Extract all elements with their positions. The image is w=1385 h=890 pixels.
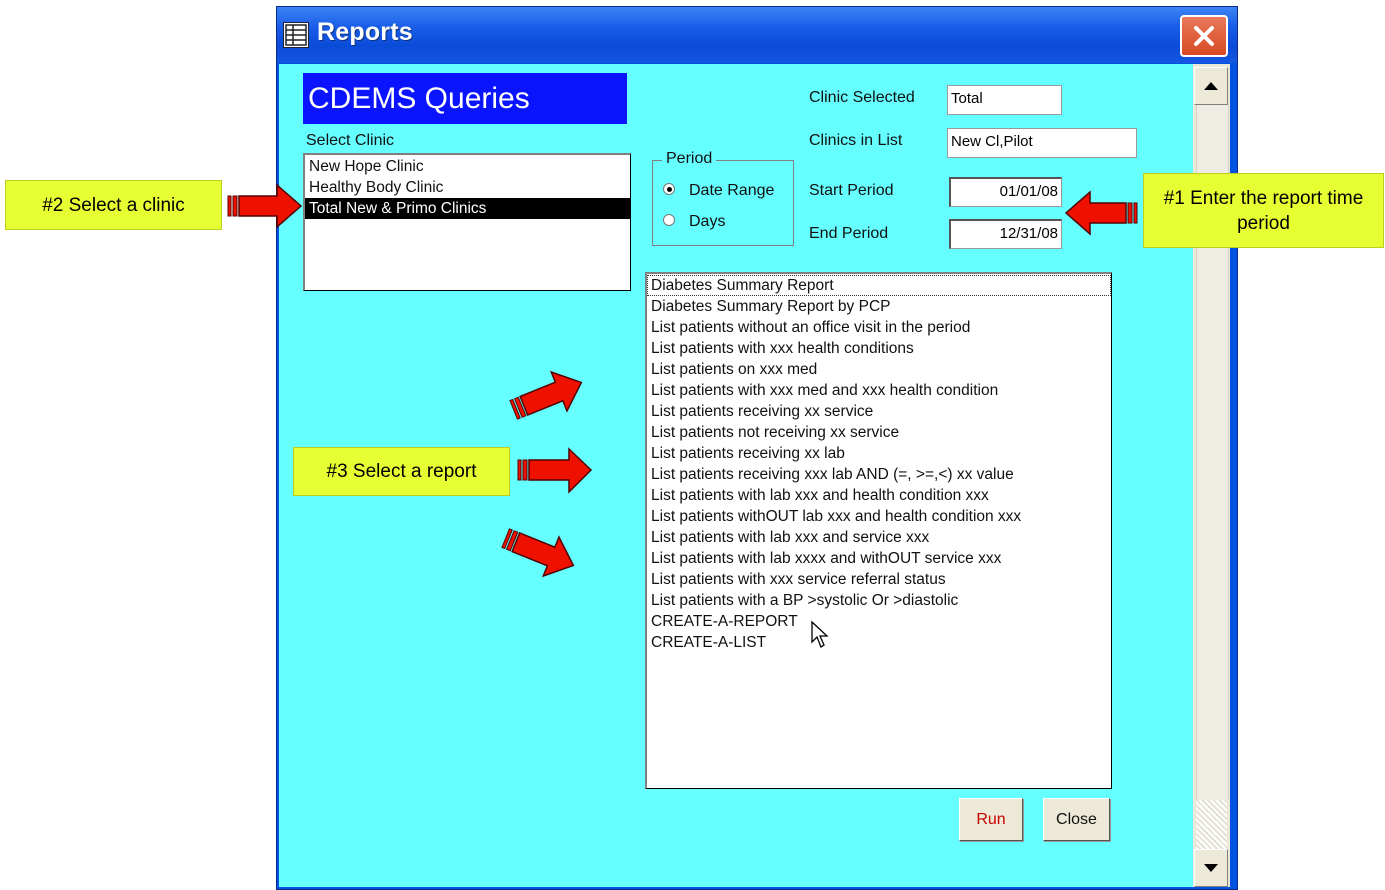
start-period-label: Start Period [809, 182, 894, 199]
report-item[interactable]: List patients withOUT lab xxx and health… [647, 506, 1111, 527]
window-title: Reports [317, 18, 413, 46]
clinics-in-list-label: Clinics in List [809, 132, 903, 149]
mouse-pointer-icon [811, 620, 829, 648]
report-item[interactable]: CREATE-A-LIST [647, 632, 1111, 653]
report-item[interactable]: List patients with lab xxxx and withOUT … [647, 548, 1111, 569]
report-item[interactable]: List patients receiving xx service [647, 401, 1111, 422]
window-close-button[interactable] [1180, 15, 1228, 57]
report-item[interactable]: List patients with lab xxx and service x… [647, 527, 1111, 548]
run-button[interactable]: Run [959, 798, 1023, 841]
form-header-title: CDEMS Queries [303, 73, 627, 124]
select-clinic-label: Select Clinic [306, 132, 395, 149]
end-period-field[interactable]: 12/31/08 [949, 219, 1062, 249]
report-item[interactable]: List patients with xxx service referral … [647, 569, 1111, 590]
scroll-down-button[interactable] [1194, 849, 1228, 887]
report-item[interactable]: List patients not receiving xx service [647, 422, 1111, 443]
report-item[interactable]: CREATE-A-REPORT [647, 611, 1111, 632]
arrow-diagonal-down-icon [501, 528, 575, 578]
arrow-right-icon [227, 183, 303, 229]
period-group [652, 160, 794, 246]
title-bar[interactable] [277, 7, 1237, 63]
report-item[interactable]: List patients receiving xxx lab AND (=, … [647, 464, 1111, 485]
days-label[interactable]: Days [689, 213, 725, 231]
clinic-item[interactable]: New Hope Clinic [305, 155, 630, 177]
report-item[interactable]: List patients on xxx med [647, 359, 1111, 380]
report-grid-icon [283, 22, 309, 48]
clinic-item[interactable]: Healthy Body Clinic [305, 177, 630, 198]
report-item[interactable]: List patients receiving xx lab [647, 443, 1111, 464]
radio-checked-dot [666, 186, 672, 192]
end-period-label: End Period [809, 225, 889, 242]
report-item[interactable]: Diabetes Summary Report by PCP [647, 296, 1111, 317]
arrow-up-icon [1204, 82, 1218, 90]
arrow-left-icon [1064, 190, 1138, 236]
clinic-listbox[interactable]: New Hope Clinic Healthy Body Clinic Tota… [303, 153, 631, 291]
arrow-right-icon [517, 447, 593, 494]
date-range-radio[interactable] [663, 183, 675, 195]
clinic-selected-field[interactable]: Total [947, 85, 1062, 115]
report-item[interactable]: Diabetes Summary Report [647, 275, 1111, 296]
callout-step2: #2 Select a clinic [5, 180, 222, 230]
report-item[interactable]: List patients without an office visit in… [647, 317, 1111, 338]
report-item[interactable]: List patients with xxx health conditions [647, 338, 1111, 359]
scroll-track[interactable] [1196, 800, 1227, 849]
arrow-diagonal-up-icon [509, 370, 583, 420]
close-button[interactable]: Close [1043, 798, 1110, 841]
clinic-selected-label: Clinic Selected [809, 89, 915, 106]
start-period-field[interactable]: 01/01/08 [949, 177, 1062, 207]
callout-step3: #3 Select a report [293, 447, 510, 496]
callout-step1: #1 Enter the report time period [1143, 173, 1384, 248]
close-icon [1194, 26, 1214, 46]
clinics-in-list-field[interactable]: New Cl,Pilot [947, 128, 1137, 158]
scroll-up-button[interactable] [1194, 67, 1228, 105]
report-item[interactable]: List patients with lab xxx and health co… [647, 485, 1111, 506]
period-legend: Period [662, 150, 717, 168]
days-radio[interactable] [663, 214, 675, 226]
report-item[interactable]: List patients with a BP >systolic Or >di… [647, 590, 1111, 611]
date-range-label[interactable]: Date Range [689, 182, 774, 200]
report-item[interactable]: List patients with xxx med and xxx healt… [647, 380, 1111, 401]
report-listbox[interactable]: Diabetes Summary Report Diabetes Summary … [645, 272, 1112, 789]
arrow-down-icon [1204, 864, 1218, 872]
clinic-item-selected[interactable]: Total New & Primo Clinics [305, 198, 630, 219]
